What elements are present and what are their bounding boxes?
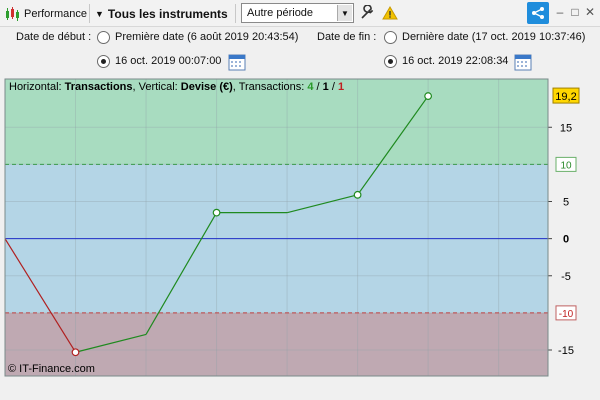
start-custom-radio[interactable] xyxy=(97,55,110,68)
lower-threshold-badge: -10 xyxy=(555,305,577,321)
instruments-label: Tous les instruments xyxy=(107,6,228,21)
maximize-icon[interactable]: □ xyxy=(568,4,582,20)
start-custom-date[interactable]: 16 oct. 2019 00:07:00 xyxy=(115,55,221,67)
start-date-label: Date de début : xyxy=(16,31,92,43)
end-custom-date[interactable]: 16 oct. 2019 22:08:34 xyxy=(402,55,508,67)
start-first-radio[interactable] xyxy=(97,31,110,44)
period-select[interactable]: Autre période ▼ xyxy=(241,3,354,23)
data-point xyxy=(71,348,80,357)
end-custom-radio[interactable] xyxy=(384,55,397,68)
lower-threshold-badge-text: -10 xyxy=(559,309,574,320)
watermark: © IT-Finance.com xyxy=(8,363,95,375)
upper-threshold-badge-text: 10 xyxy=(560,160,572,171)
date-range-panel: Date de début : Première date (6 août 20… xyxy=(0,27,600,77)
calendar-icon[interactable] xyxy=(228,53,246,71)
performance-label: Performance xyxy=(24,7,87,20)
performance-chart: -15-5051510-1019,2 1234567 Horizontal: T… xyxy=(4,78,596,393)
chart-svg: -15-5051510-1019,2 1234567 Horizontal: T… xyxy=(4,78,580,393)
data-point xyxy=(353,190,362,199)
start-first-option[interactable]: Première date (6 août 2019 20:43:54) xyxy=(115,31,298,43)
y-tick-label: 15 xyxy=(560,122,572,134)
close-icon[interactable]: ✕ xyxy=(583,4,597,20)
chevron-down-icon: ▼ xyxy=(95,8,104,19)
minimize-icon[interactable]: – xyxy=(553,4,567,20)
warning-icon[interactable] xyxy=(380,3,400,23)
share-button[interactable] xyxy=(527,2,549,24)
period-value: Autre période xyxy=(247,7,314,19)
toolbar: Performance ▼ Tous les instruments Autre… xyxy=(0,0,600,27)
toolbar-separator xyxy=(89,4,90,23)
y-tick-label: -15 xyxy=(558,345,574,357)
data-point xyxy=(212,208,221,217)
y-axis: -15 -5 0 5 15 10 -10 19,2 xyxy=(548,87,580,357)
chart-header: Horizontal: Transactions, Vertical: Devi… xyxy=(9,81,344,93)
share-icon xyxy=(532,7,544,19)
y-tick-label: 5 xyxy=(563,197,569,209)
instruments-dropdown[interactable]: ▼ Tous les instruments xyxy=(95,4,228,23)
current-value-text: 19,2 xyxy=(555,91,576,103)
current-value-badge: 19,2 xyxy=(552,87,580,104)
performance-button[interactable]: Performance xyxy=(4,4,87,23)
losing-trades-count: 1 xyxy=(338,81,344,93)
wrench-icon[interactable] xyxy=(357,3,377,23)
end-last-radio[interactable] xyxy=(384,31,397,44)
chevron-down-icon[interactable]: ▼ xyxy=(337,5,352,21)
calendar-icon[interactable] xyxy=(514,53,532,71)
y-tick-label: -5 xyxy=(561,271,571,283)
y-tick-label: 0 xyxy=(563,234,569,246)
candlestick-chart-icon xyxy=(6,6,19,21)
end-last-option[interactable]: Dernière date (17 oct. 2019 10:37:46) xyxy=(402,31,585,43)
end-date-label: Date de fin : xyxy=(317,31,377,43)
data-point xyxy=(424,92,433,100)
toolbar-separator xyxy=(235,4,236,23)
upper-threshold-badge: 10 xyxy=(555,156,577,172)
